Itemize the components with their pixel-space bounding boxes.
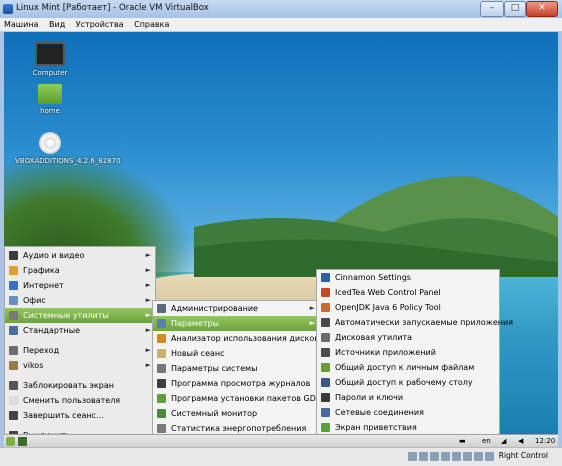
lock-icon	[9, 381, 18, 390]
desktop-icon-cd[interactable]: VBOXADDITIONS_4.2.6_82870	[15, 132, 121, 165]
monitor-icon	[35, 42, 65, 66]
submenu-item[interactable]: Новый сеанс	[153, 346, 319, 361]
submenu-item[interactable]: Администрирование ►	[153, 301, 319, 316]
settings-item[interactable]: OpenJDK Java 6 Policy Tool	[317, 300, 499, 315]
switch-user-icon	[9, 396, 18, 405]
submenu-item[interactable]: Программа просмотра журналов	[153, 376, 319, 391]
system-settings-icon	[157, 364, 166, 373]
lock-screen-item[interactable]: Заблокировать экран	[5, 378, 155, 393]
disk-usage-icon	[157, 334, 166, 343]
settings-item[interactable]: IcedTea Web Control Panel	[317, 285, 499, 300]
menu-place-goto[interactable]: Переход ►	[5, 343, 155, 358]
window-titlebar[interactable]: Linux Mint [Работает] - Oracle VM Virtua…	[0, 0, 562, 19]
capture-icon[interactable]	[474, 452, 483, 461]
settings-item[interactable]: Источники приложений	[317, 345, 499, 360]
desktop-sharing-icon	[321, 378, 330, 387]
cinnamon-settings-icon	[321, 273, 330, 282]
menubar: Машина Вид Устройства Справка	[0, 18, 562, 32]
menu-category-office[interactable]: Офис ►	[5, 293, 155, 308]
settings-item[interactable]: Экран приветствия	[317, 420, 499, 435]
system-monitor-icon	[157, 409, 166, 418]
settings-item[interactable]: Общий доступ к рабочему столу	[317, 375, 499, 390]
file-sharing-icon	[321, 363, 330, 372]
hdd-icon[interactable]	[408, 452, 417, 461]
admin-icon	[157, 304, 166, 313]
audio-video-icon	[9, 251, 18, 260]
welcome-screen-icon	[321, 423, 330, 432]
package-installer-icon	[157, 394, 166, 403]
startup-apps-icon	[321, 318, 330, 327]
menu-category-internet[interactable]: Интернет ►	[5, 278, 155, 293]
settings-item[interactable]: Сетевые соединения	[317, 405, 499, 420]
submenu-item[interactable]: Системный монитор	[153, 406, 319, 421]
switch-user-item[interactable]: Сменить пользователя	[5, 393, 155, 408]
menu-category-audio-video[interactable]: Аудио и видео ►	[5, 248, 155, 263]
virtualbox-icon	[3, 4, 13, 14]
settings-submenu: Cinnamon Settings IcedTea Web Control Pa…	[316, 269, 513, 437]
disk-utility-icon	[321, 333, 330, 342]
maximize-button[interactable]: □	[504, 1, 526, 17]
menu-category-accessories[interactable]: Стандартные ►	[5, 323, 155, 338]
start-menu: Аудио и видео ► Графика ► Интернет ► Офис ► …	[4, 246, 156, 440]
minimize-button[interactable]: –	[480, 1, 504, 17]
window-title: Linux Mint [Работает] - Oracle VM Virtua…	[16, 3, 209, 13]
settings-item[interactable]: Общий доступ к личным файлам	[317, 360, 499, 375]
internet-icon	[9, 281, 18, 290]
network-icon	[321, 408, 330, 417]
mouse-integration-icon[interactable]	[485, 452, 494, 461]
settings-item[interactable]: Пароли и ключи	[317, 390, 499, 405]
settings-item[interactable]: Cinnamon Settings	[317, 270, 499, 285]
desktop-icon-label: Computer	[32, 69, 68, 77]
network-adapter-icon[interactable]	[452, 452, 461, 461]
menu-category-system-tools[interactable]: Системные утилиты ►	[5, 308, 155, 323]
logout-icon	[9, 411, 18, 420]
menu-place-home[interactable]: vikos ►	[5, 358, 155, 373]
close-button[interactable]: ✕	[526, 1, 558, 17]
menu-machine[interactable]: Машина	[0, 18, 42, 31]
cd-icon	[39, 132, 61, 154]
show-desktop-icon[interactable]	[18, 437, 27, 446]
device-indicators	[408, 452, 496, 463]
menu-help[interactable]: Справка	[130, 18, 173, 31]
desktop-icon-label: home	[40, 107, 60, 115]
system-tools-submenu: Администрирование ► Параметры ► Анализатор…	[152, 300, 328, 437]
submenu-item[interactable]: Параметры системы	[153, 361, 319, 376]
usb-icon[interactable]	[430, 452, 439, 461]
keys-icon	[321, 393, 330, 402]
logout-item[interactable]: Завершить сеанс...	[5, 408, 155, 423]
accessories-icon	[9, 326, 18, 335]
go-icon	[9, 346, 18, 355]
software-sources-icon	[321, 348, 330, 357]
menu-button-icon[interactable]	[6, 437, 15, 446]
display-icon[interactable]	[463, 452, 472, 461]
cd-drive-icon[interactable]	[419, 452, 428, 461]
power-stats-icon	[157, 424, 166, 433]
icedtea-icon	[321, 288, 330, 297]
new-session-icon	[157, 349, 166, 358]
shared-folder-icon[interactable]	[441, 452, 450, 461]
menu-view[interactable]: Вид	[45, 18, 69, 31]
desktop-icon-label: VBOXADDITIONS_4.2.6_82870	[15, 157, 121, 165]
settings-item[interactable]: Автоматически запускаемые приложения	[317, 315, 513, 330]
desktop-icon-computer[interactable]: Computer	[15, 42, 85, 77]
host-key-label: Right Control	[498, 451, 548, 460]
settings-icon	[157, 319, 166, 328]
folder-icon	[38, 84, 62, 104]
settings-item[interactable]: Дисковая утилита	[317, 330, 499, 345]
taskbar: ▬ en ◢ ◀ 12:20	[4, 434, 558, 448]
vbox-statusbar: Right Control	[0, 447, 562, 466]
submenu-item[interactable]: Анализатор использования дисков	[153, 331, 319, 346]
system-tools-icon	[9, 311, 18, 320]
java-icon	[321, 303, 330, 312]
menu-category-graphics[interactable]: Графика ►	[5, 263, 155, 278]
submenu-item-settings[interactable]: Параметры ►	[153, 316, 319, 331]
menu-devices[interactable]: Устройства	[72, 18, 128, 31]
office-icon	[9, 296, 18, 305]
desktop-icon-home[interactable]: home	[15, 84, 85, 115]
graphics-icon	[9, 266, 18, 275]
submenu-item[interactable]: Программа установки пакетов GDebi	[153, 391, 328, 406]
user-home-icon	[9, 361, 18, 370]
log-viewer-icon	[157, 379, 166, 388]
